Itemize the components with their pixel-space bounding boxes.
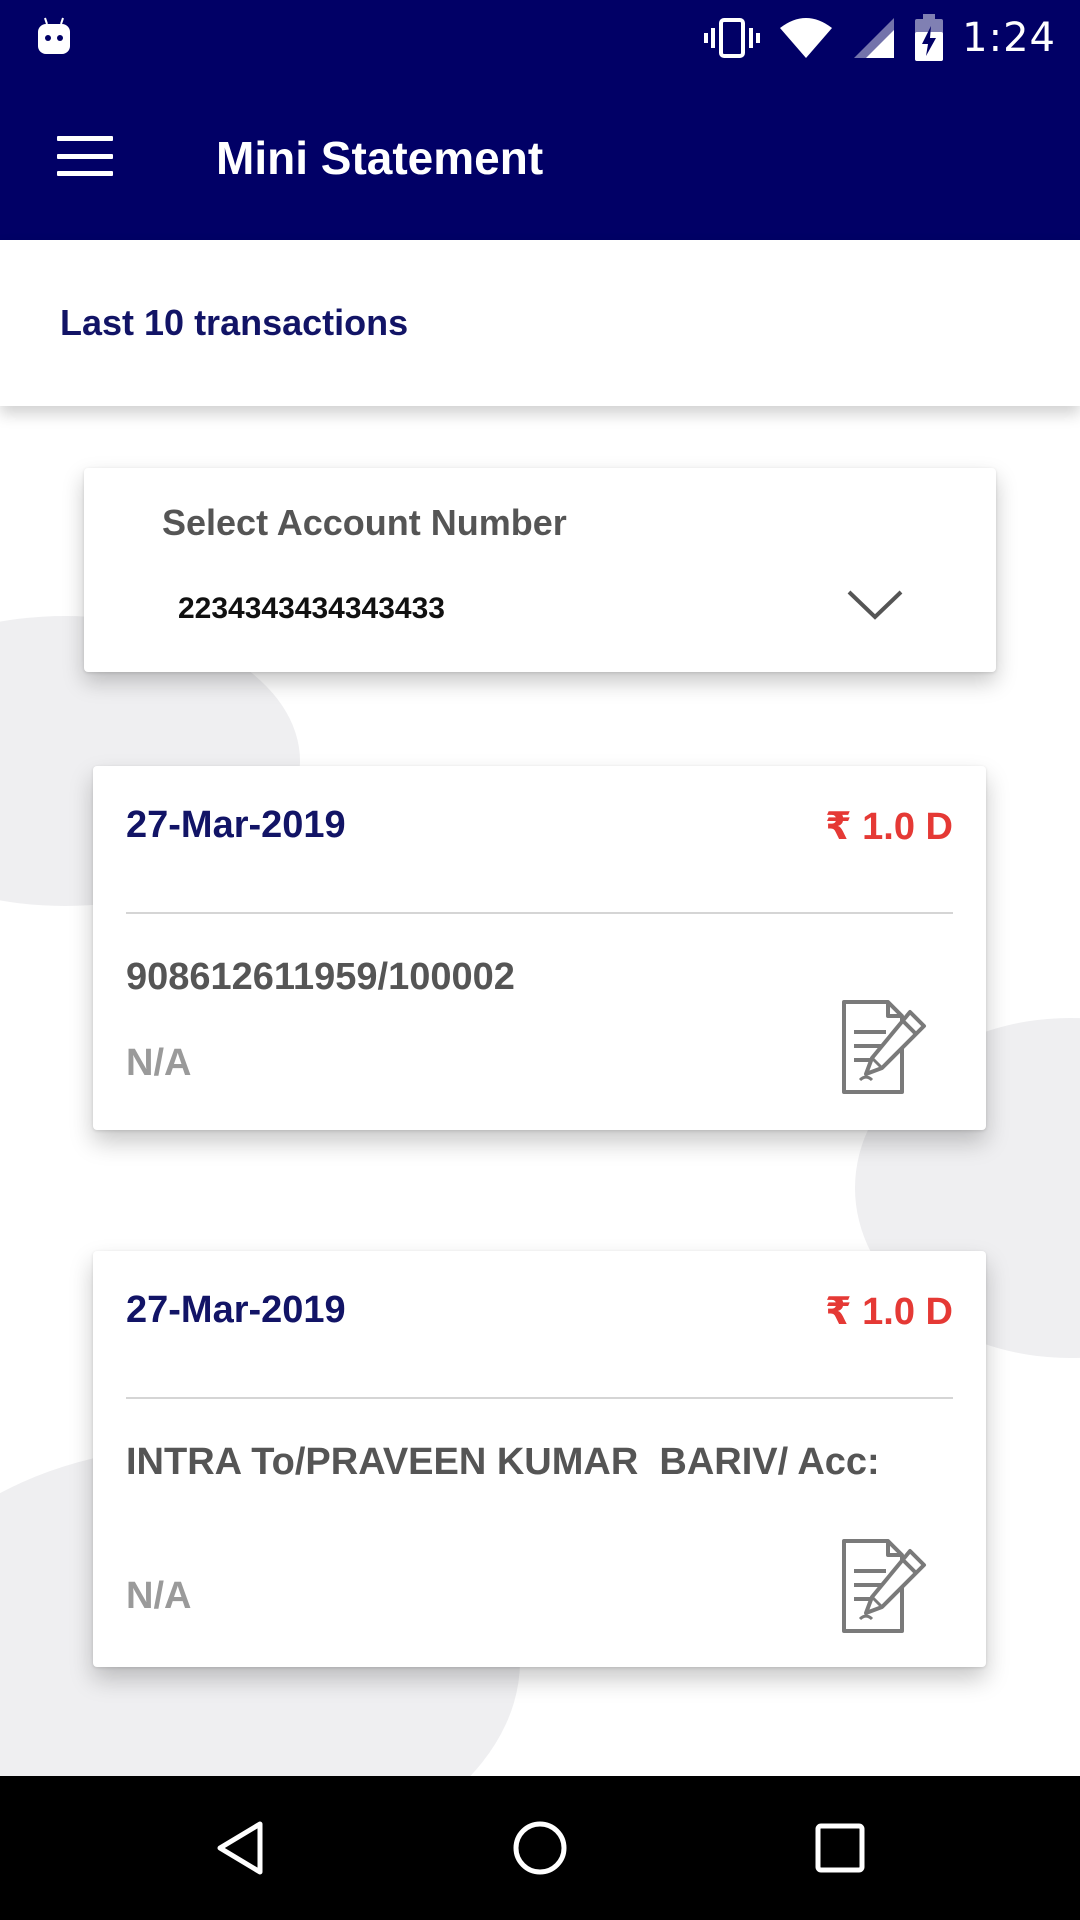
transaction-date: 27-Mar-2019 (126, 1289, 346, 1331)
home-circle-icon (513, 1821, 567, 1875)
nav-back-button[interactable] (190, 1798, 290, 1898)
app-bar: Mini Statement (0, 76, 1080, 240)
transaction-amount: ₹ 1.0 D (825, 1291, 953, 1333)
android-notification-icon (38, 17, 70, 54)
edit-remark-button[interactable] (830, 1535, 930, 1639)
transaction-list-area[interactable]: Select Account Number 2234343434343433 2… (0, 406, 1080, 1776)
transaction-remark: N/A (126, 1575, 192, 1617)
subheader-text: Last 10 transactions (60, 302, 409, 343)
clock-time: 1:24 (962, 15, 1056, 61)
status-bar: 1:24 (0, 0, 1080, 76)
battery-charging-icon (915, 14, 944, 61)
note-edit-icon (842, 1000, 926, 1094)
edit-remark-button[interactable] (830, 996, 930, 1100)
divider (126, 912, 953, 914)
transaction-card[interactable]: 27-Mar-2019 ₹ 1.0 D INTRA To/PRAVEEN KUM… (93, 1251, 986, 1667)
wifi-icon (780, 18, 833, 58)
system-navigation-bar (0, 1776, 1080, 1920)
recents-square-icon (815, 1823, 865, 1873)
cell-signal-icon (854, 18, 895, 58)
account-number-value[interactable]: 2234343434343433 (178, 592, 445, 626)
subheader: Last 10 transactions (0, 240, 1080, 406)
divider (126, 1397, 953, 1399)
account-dropdown-button[interactable] (840, 580, 910, 630)
hamburger-menu-icon (57, 136, 113, 176)
nav-recents-button[interactable] (790, 1798, 890, 1898)
transaction-card[interactable]: 27-Mar-2019 ₹ 1.0 D 908612611959/100002 … (93, 766, 986, 1130)
page-title: Mini Statement (216, 132, 544, 184)
account-selector[interactable]: Select Account Number 2234343434343433 (84, 468, 996, 672)
chevron-down-icon (847, 590, 903, 620)
menu-button[interactable] (40, 118, 130, 194)
status-indicators: 1:24 (704, 0, 1056, 76)
transaction-date: 27-Mar-2019 (126, 804, 346, 846)
transaction-amount: ₹ 1.0 D (825, 806, 953, 848)
vibrate-icon (704, 18, 761, 58)
transaction-description: INTRA To/PRAVEEN KUMAR BARIV/ Acc: (126, 1441, 880, 1483)
transaction-remark: N/A (126, 1042, 192, 1084)
note-edit-icon (842, 1539, 926, 1633)
nav-home-button[interactable] (490, 1798, 590, 1898)
back-triangle-icon (217, 1821, 263, 1875)
account-selector-label: Select Account Number (162, 502, 567, 543)
transaction-description: 908612611959/100002 (126, 956, 515, 998)
